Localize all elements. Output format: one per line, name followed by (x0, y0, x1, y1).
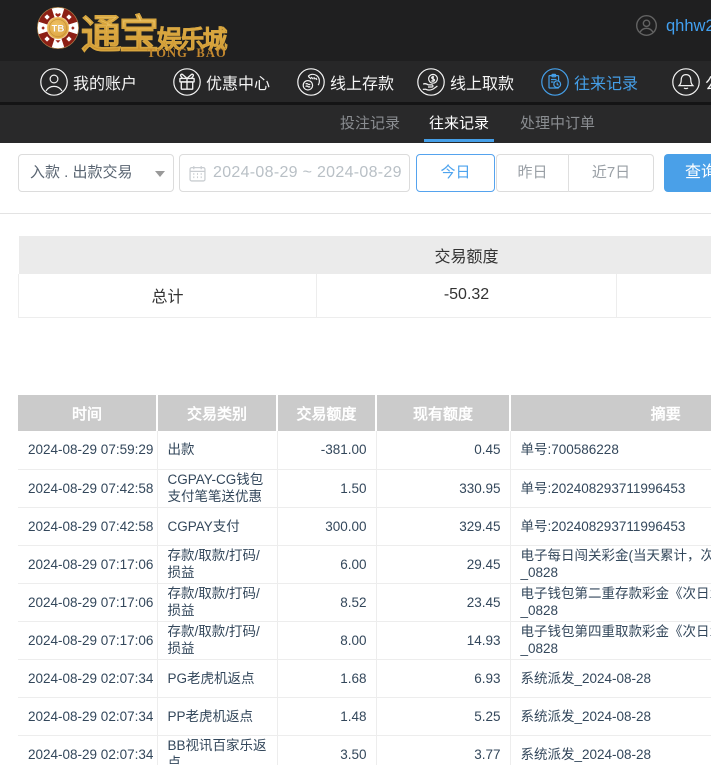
svg-text:TB: TB (52, 23, 65, 34)
